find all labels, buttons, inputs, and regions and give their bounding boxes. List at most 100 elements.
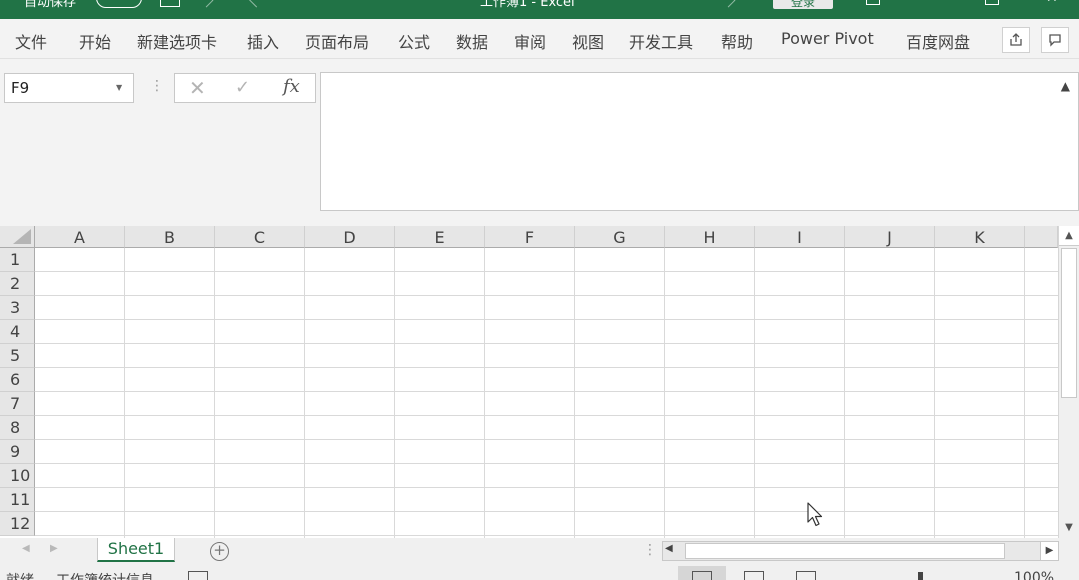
gridline [35,439,1058,440]
tab-view[interactable]: 视图 [572,29,604,53]
gridline [35,463,1058,464]
tab-page-layout[interactable]: 页面布局 [305,29,369,53]
tab-home[interactable]: 开始 [79,29,111,53]
row-header[interactable]: 3 [0,296,35,320]
prev-sheet-icon[interactable]: ◀ [22,543,30,554]
gridline [35,535,1058,536]
tab-formulas[interactable]: 公式 [398,29,430,53]
mouse-cursor-icon [807,502,823,527]
row-header[interactable]: 10 [0,464,35,488]
collapse-formula-bar-icon[interactable]: ▲ [1061,79,1070,93]
page-layout-view-icon[interactable] [744,571,764,580]
column-header-partial[interactable] [1025,226,1058,248]
undo-icon[interactable] [196,0,214,8]
enter-icon[interactable]: ✓ [235,77,250,98]
autosave-toggle[interactable] [96,0,142,8]
normal-view-icon [692,571,712,580]
column-header[interactable]: E [395,226,485,248]
gridline [934,248,935,538]
add-sheet-button[interactable]: + [210,542,229,561]
column-header[interactable]: K [935,226,1025,248]
comments-button[interactable] [1041,27,1069,53]
gridline [844,248,845,538]
page-break-preview-icon[interactable] [796,571,816,580]
tab-review[interactable]: 审阅 [514,29,546,53]
row-header[interactable]: 2 [0,272,35,296]
row-header[interactable]: 8 [0,416,35,440]
row-header[interactable]: 5 [0,344,35,368]
ribbon-display-options-icon[interactable] [866,0,880,5]
column-header[interactable]: C [215,226,305,248]
tab-file[interactable]: 文件 [15,29,47,53]
tab-baidu-netdisk[interactable]: 百度网盘 [906,29,970,53]
share-button[interactable] [1002,27,1030,53]
column-header[interactable]: B [125,226,215,248]
sheet-tab-bar: ◀ ▶ Sheet1 + ⋮ ◀ [0,538,1079,564]
column-header[interactable]: A [35,226,125,248]
gridline [664,248,665,538]
row-header[interactable]: 1 [0,248,35,272]
comment-icon [1049,34,1061,47]
gridline [35,415,1058,416]
gridline [754,248,755,538]
tab-new-tab[interactable]: 新建选项卡 [137,29,217,53]
restore-window-icon[interactable] [985,0,999,5]
zoom-level[interactable]: 100% [1014,570,1054,580]
next-sheet-icon[interactable]: ▶ [50,543,58,554]
status-bar: 就绪 工作簿统计信息 100% [0,564,1079,580]
insert-function-button[interactable]: fx [283,76,300,97]
formula-input[interactable]: ▲ [320,72,1079,211]
gridline [214,248,215,538]
share-icon [1010,33,1022,46]
scroll-down-icon[interactable]: ▼ [1059,518,1079,538]
scroll-right-icon[interactable]: ▶ [1040,541,1059,561]
zoom-slider[interactable] [918,572,923,580]
scroll-up-icon[interactable]: ▲ [1059,226,1079,246]
login-button[interactable]: 登录 [773,0,833,9]
column-header[interactable]: H [665,226,755,248]
vertical-scrollbar[interactable]: ▲ ▼ [1058,226,1079,538]
cancel-icon[interactable]: ✕ [189,76,206,100]
tab-split-handle[interactable]: ⋮ [643,542,657,558]
row-header[interactable]: 7 [0,392,35,416]
ribbon-collapse-icon[interactable] [718,0,736,8]
horizontal-scrollbar[interactable]: ◀ [662,541,1059,561]
save-icon[interactable] [160,0,180,7]
gridline [124,248,125,538]
gridline [35,295,1058,296]
column-header[interactable]: J [845,226,935,248]
gridline [574,248,575,538]
tab-power-pivot[interactable]: Power Pivot [781,29,874,48]
ribbon-tab-bar: 文件 开始 新建选项卡 插入 页面布局 公式 数据 审阅 视图 开发工具 帮助 … [0,19,1079,59]
select-all-button[interactable] [0,226,35,248]
row-header[interactable]: 12 [0,512,35,536]
name-box-dropdown-icon[interactable]: ▼ [116,74,122,102]
status-ready: 就绪 [6,570,34,580]
tab-insert[interactable]: 插入 [247,29,279,53]
gridline [35,511,1058,512]
formula-bar-resize-handle[interactable]: ⋮ [150,78,164,94]
redo-icon[interactable] [246,0,264,8]
workbook-statistics[interactable]: 工作簿统计信息 [56,570,154,580]
gridline [35,367,1058,368]
column-header[interactable]: G [575,226,665,248]
gridline [1024,248,1025,538]
close-window-icon[interactable]: ✕ [1046,0,1058,6]
accessibility-icon[interactable] [188,571,208,580]
column-header[interactable]: F [485,226,575,248]
tab-developer[interactable]: 开发工具 [629,29,693,53]
name-box[interactable]: F9 [4,73,134,103]
tab-data[interactable]: 数据 [456,29,488,53]
scroll-left-icon[interactable]: ◀ [665,543,673,554]
column-header[interactable]: D [305,226,395,248]
column-header[interactable]: I [755,226,845,248]
row-header[interactable]: 11 [0,488,35,512]
row-header[interactable]: 9 [0,440,35,464]
row-header[interactable]: 6 [0,368,35,392]
tab-help[interactable]: 帮助 [721,29,753,53]
worksheet-grid[interactable]: A B C D E F G H I J K 1 2 3 4 5 6 7 8 9 … [0,226,1058,538]
vertical-scroll-thumb[interactable] [1061,248,1077,398]
horizontal-scroll-thumb[interactable] [685,543,1005,559]
row-header[interactable]: 4 [0,320,35,344]
sheet-tab-sheet1[interactable]: Sheet1 [97,538,175,562]
